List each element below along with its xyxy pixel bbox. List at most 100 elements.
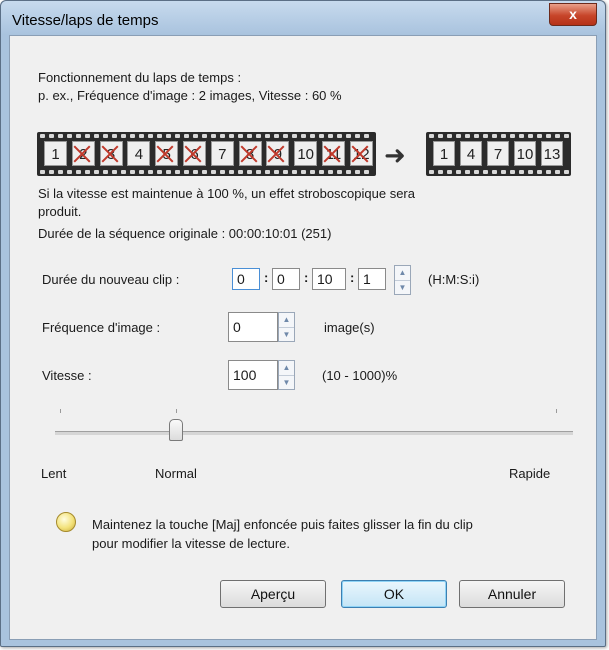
frame-rate-label: Fréquence d'image :	[42, 320, 161, 335]
film-perforation	[85, 134, 90, 138]
new-clip-spinner[interactable]: ▲ ▼	[394, 265, 411, 295]
film-perforation	[283, 134, 288, 138]
film-perforation	[364, 170, 369, 174]
time-separator: :	[264, 270, 269, 285]
film-perforation	[67, 170, 72, 174]
spin-down-icon[interactable]: ▼	[395, 281, 410, 295]
film-perforation	[184, 134, 189, 138]
film-perforation	[319, 170, 324, 174]
film-perforation	[555, 170, 560, 174]
film-perforation	[510, 170, 515, 174]
film-perforation	[94, 134, 99, 138]
film-perforation	[103, 134, 108, 138]
film-frame: 1	[433, 141, 455, 166]
dialog-window: Vitesse/laps de temps x Fonctionnement d…	[0, 0, 606, 647]
film-perforation	[319, 134, 324, 138]
film-perforation	[130, 134, 135, 138]
ok-button[interactable]: OK	[341, 580, 447, 608]
film-perforation	[310, 170, 315, 174]
film-perforation	[546, 170, 551, 174]
spin-up-icon[interactable]: ▲	[279, 313, 294, 328]
film-frame: 12	[349, 141, 373, 166]
film-frame: 3	[99, 141, 123, 166]
film-perforation	[492, 134, 497, 138]
film-perforation	[346, 170, 351, 174]
film-perforation	[49, 170, 54, 174]
time-separator: :	[304, 270, 309, 285]
speed-input[interactable]: 100	[228, 360, 278, 390]
speed-slider-thumb[interactable]	[169, 419, 183, 441]
film-perforation	[429, 134, 434, 138]
film-perforation	[447, 170, 452, 174]
window-title: Vitesse/laps de temps	[12, 12, 159, 29]
info-line-2: p. ex., Fréquence d'image : 2 images, Vi…	[38, 88, 342, 103]
title-bar[interactable]: Vitesse/laps de temps x	[1, 1, 605, 35]
film-perforation	[211, 170, 216, 174]
strobe-note-line-1: Si la vitesse est maintenue à 100 %, un …	[38, 186, 415, 201]
film-perforation	[265, 170, 270, 174]
film-frame: 2	[71, 141, 95, 166]
speed-slider-track[interactable]	[55, 431, 573, 435]
frame-rate-spinner[interactable]: ▲ ▼	[278, 312, 295, 342]
spin-down-icon[interactable]: ▼	[279, 376, 294, 390]
film-perforation	[483, 170, 488, 174]
film-perforation	[528, 170, 533, 174]
spin-up-icon[interactable]: ▲	[279, 361, 294, 376]
film-perforation	[184, 170, 189, 174]
film-perforation	[139, 170, 144, 174]
arrow-icon: ➜	[384, 140, 406, 170]
close-button[interactable]: x	[549, 3, 597, 26]
frames-field[interactable]: 1	[358, 268, 386, 290]
film-perforation	[49, 134, 54, 138]
film-perforation	[238, 134, 243, 138]
slider-label-slow: Lent	[41, 466, 67, 481]
slider-tick	[556, 409, 557, 413]
film-perforation	[465, 170, 470, 174]
film-perforation	[546, 134, 551, 138]
slider-label-fast: Rapide	[509, 466, 551, 481]
minutes-field[interactable]: 0	[272, 268, 300, 290]
film-perforation	[474, 134, 479, 138]
hours-field[interactable]: 0	[232, 268, 260, 290]
film-perforation	[58, 170, 63, 174]
film-perforation	[76, 170, 81, 174]
film-perforation	[456, 170, 461, 174]
slider-tick	[60, 409, 61, 413]
film-perforation	[112, 134, 117, 138]
time-format-hint: (H:M:S:i)	[428, 272, 480, 287]
film-perforation	[310, 134, 315, 138]
film-perforation	[328, 170, 333, 174]
seconds-field[interactable]: 10	[312, 268, 346, 290]
cancel-button[interactable]: Annuler	[459, 580, 565, 608]
film-perforation	[501, 170, 506, 174]
film-perforation	[265, 134, 270, 138]
film-perforation	[355, 134, 360, 138]
film-perforation	[438, 170, 443, 174]
film-perforation	[355, 170, 360, 174]
strobe-note-line-2: produit.	[38, 204, 82, 219]
film-frame: 7	[487, 141, 509, 166]
spin-down-icon[interactable]: ▼	[279, 328, 294, 342]
original-duration: Durée de la séquence originale : 00:00:1…	[38, 226, 332, 241]
film-perforation	[483, 134, 488, 138]
film-perforation	[94, 170, 99, 174]
film-frame: 6	[183, 141, 206, 166]
film-perforation	[121, 170, 126, 174]
film-perforation	[555, 134, 560, 138]
film-perforation	[148, 134, 153, 138]
speed-spinner[interactable]: ▲ ▼	[278, 360, 295, 390]
film-perforation	[429, 170, 434, 174]
slider-tick	[176, 409, 177, 413]
frame-rate-input[interactable]: 0	[228, 312, 278, 342]
speed-range: (10 - 1000)%	[322, 368, 398, 383]
slider-label-normal: Normal	[155, 466, 197, 481]
film-perforation	[292, 134, 297, 138]
film-perforation	[438, 134, 443, 138]
film-perforation	[456, 134, 461, 138]
preview-button[interactable]: Aperçu	[220, 580, 326, 608]
hint-line-1: Maintenez la touche [Maj] enfoncée puis …	[92, 517, 473, 532]
film-perforation	[337, 170, 342, 174]
lightbulb-icon	[56, 512, 76, 532]
spin-up-icon[interactable]: ▲	[395, 266, 410, 281]
film-perforation	[564, 134, 569, 138]
